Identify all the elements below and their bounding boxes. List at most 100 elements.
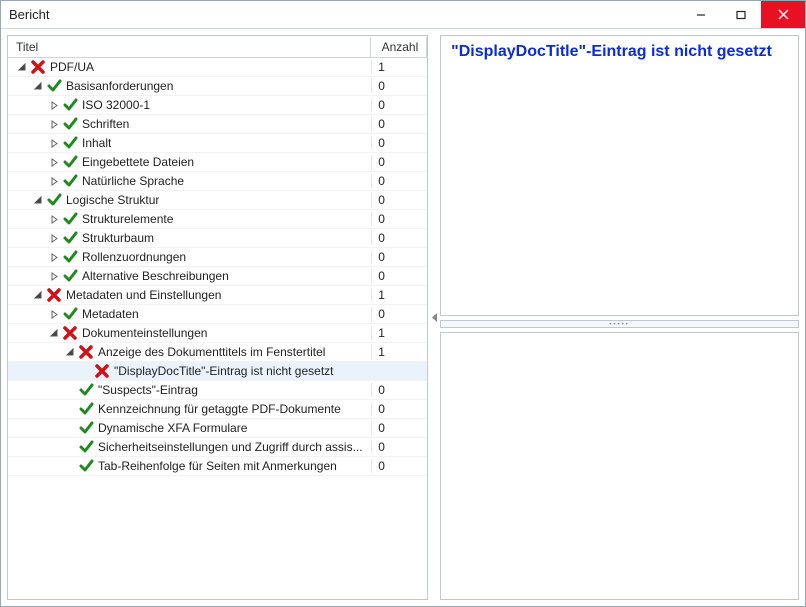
lower-detail-pane (440, 332, 799, 601)
detail-message: "DisplayDocTitle"-Eintrag ist nicht gese… (451, 42, 788, 63)
tree-row-embed[interactable]: Eingebettete Dateien 0 (8, 153, 427, 172)
expand-icon[interactable] (48, 137, 60, 149)
tree-row-suspects[interactable]: "Suspects"-Eintrag0 (8, 381, 427, 400)
detail-pane: "DisplayDocTitle"-Eintrag ist nicht gese… (440, 35, 799, 316)
tree-row-logik[interactable]: Logische Struktur0 (8, 191, 427, 210)
titlebar: Bericht (1, 1, 805, 29)
horizontal-splitter[interactable]: ••••• (440, 320, 799, 328)
expand-icon[interactable] (48, 232, 60, 244)
tree-row-roles[interactable]: Rollenzuordnungen0 (8, 248, 427, 267)
collapse-icon[interactable] (64, 346, 76, 358)
collapse-icon[interactable] (32, 289, 44, 301)
tree-row-count: 1 (371, 345, 427, 359)
collapse-icon[interactable] (48, 327, 60, 339)
checkmark-icon (78, 420, 94, 436)
expand-icon[interactable] (48, 308, 60, 320)
column-header-count[interactable]: Anzahl (371, 37, 427, 57)
tree-row-count: 0 (371, 231, 427, 245)
tree-row-label: Dokumenteinstellungen (82, 326, 207, 340)
tree-row-label: "DisplayDocTitle"-Eintrag ist nicht gese… (114, 364, 334, 378)
no-toggle (80, 365, 92, 377)
expand-icon[interactable] (48, 213, 60, 225)
tree-row-security[interactable]: Sicherheitseinstellungen und Zugriff dur… (8, 438, 427, 457)
tree-row-main: Strukturelemente (8, 211, 371, 227)
expand-icon[interactable] (48, 99, 60, 111)
tree-row-displaydoctitle[interactable]: "DisplayDocTitle"-Eintrag ist nicht gese… (8, 362, 427, 381)
tree-row-structel[interactable]: Strukturelemente0 (8, 210, 427, 229)
checkmark-icon (62, 173, 78, 189)
tree-row-main: "Suspects"-Eintrag (8, 382, 371, 398)
tree-row-xfa[interactable]: Dynamische XFA Formulare 0 (8, 419, 427, 438)
tree-row-label: Sicherheitseinstellungen und Zugriff dur… (98, 440, 363, 454)
checkmark-icon (78, 382, 94, 398)
checkmark-icon (62, 135, 78, 151)
checkmark-icon (78, 458, 94, 474)
tree-row-count: 0 (371, 459, 427, 473)
error-x-icon (46, 287, 62, 303)
expand-icon[interactable] (48, 118, 60, 130)
tree-row-lang[interactable]: Natürliche Sprache 0 (8, 172, 427, 191)
tree-row-main: Metadaten und Einstellungen (8, 287, 371, 303)
no-toggle (64, 441, 76, 453)
tree-row-count: 1 (371, 326, 427, 340)
tree-row-count: 0 (371, 402, 427, 416)
tree-row-main: Natürliche Sprache (8, 173, 371, 189)
checkmark-icon (62, 154, 78, 170)
tree-row-anzeige[interactable]: Anzeige des Dokumenttitels im Fenstertit… (8, 343, 427, 362)
tree-row-main: Rollenzuordnungen (8, 249, 371, 265)
collapse-icon[interactable] (32, 80, 44, 92)
vertical-splitter[interactable] (430, 35, 438, 600)
tree-row-label: Dynamische XFA Formulare (98, 421, 247, 435)
tree-row-label: Eingebettete Dateien (82, 155, 194, 169)
tree-row-count: 0 (371, 117, 427, 131)
expand-icon[interactable] (48, 175, 60, 187)
tree-row-count: 0 (371, 307, 427, 321)
tree-row-count: 0 (371, 174, 427, 188)
checkmark-icon (62, 211, 78, 227)
column-header-title[interactable]: Titel (8, 37, 371, 57)
no-toggle (64, 422, 76, 434)
tree-row-label: Rollenzuordnungen (82, 250, 186, 264)
tree-row-main: Dynamische XFA Formulare (8, 420, 371, 436)
tree-row-main: Schriften (8, 116, 371, 132)
checkmark-icon (62, 116, 78, 132)
tree-row-main: Alternative Beschreibungen (8, 268, 371, 284)
checkmark-icon (62, 306, 78, 322)
tree-row-main: Metadaten (8, 306, 371, 322)
collapse-icon[interactable] (32, 194, 44, 206)
tree-row-label: Natürliche Sprache (82, 174, 184, 188)
expand-icon[interactable] (48, 251, 60, 263)
checkmark-icon (62, 230, 78, 246)
tree-row-count: 0 (371, 212, 427, 226)
tree-row-altdesc[interactable]: Alternative Beschreibungen0 (8, 267, 427, 286)
tree-row-schriften[interactable]: Schriften0 (8, 115, 427, 134)
collapse-icon[interactable] (16, 61, 28, 73)
tree-row-tagmark[interactable]: Kennzeichnung für getaggte PDF-Dokumente… (8, 400, 427, 419)
tree-row-label: Anzeige des Dokumenttitels im Fenstertit… (98, 345, 325, 359)
tree-row-count: 0 (371, 98, 427, 112)
maximize-button[interactable] (721, 1, 761, 28)
tree-row-iso[interactable]: ISO 32000-10 (8, 96, 427, 115)
window-title: Bericht (9, 7, 681, 22)
tree-row-count: 0 (371, 155, 427, 169)
tree-row-count: 0 (371, 421, 427, 435)
tree-row-metaset[interactable]: Metadaten und Einstellungen1 (8, 286, 427, 305)
tree-row-basis[interactable]: Basisanforderungen0 (8, 77, 427, 96)
error-x-icon (94, 363, 110, 379)
tree-row-main: Inhalt (8, 135, 371, 151)
tree-row-inhalt[interactable]: Inhalt0 (8, 134, 427, 153)
tree-row-count: 0 (371, 440, 427, 454)
tree-row-structtree[interactable]: Strukturbaum0 (8, 229, 427, 248)
close-button[interactable] (761, 1, 805, 28)
minimize-button[interactable] (681, 1, 721, 28)
tree-row-metadata[interactable]: Metadaten0 (8, 305, 427, 324)
tree-body[interactable]: PDF/UA1Basisanforderungen0ISO 32000-10Sc… (8, 58, 427, 599)
tree-row-main: Sicherheitseinstellungen und Zugriff dur… (8, 439, 371, 455)
tree-row-label: Alternative Beschreibungen (82, 269, 229, 283)
tree-row-pdfua[interactable]: PDF/UA1 (8, 58, 427, 77)
expand-icon[interactable] (48, 156, 60, 168)
tree-row-taborder[interactable]: Tab-Reihenfolge für Seiten mit Anmerkung… (8, 457, 427, 476)
tree-row-docset[interactable]: Dokumenteinstellungen 1 (8, 324, 427, 343)
expand-icon[interactable] (48, 270, 60, 282)
window-buttons (681, 1, 805, 28)
